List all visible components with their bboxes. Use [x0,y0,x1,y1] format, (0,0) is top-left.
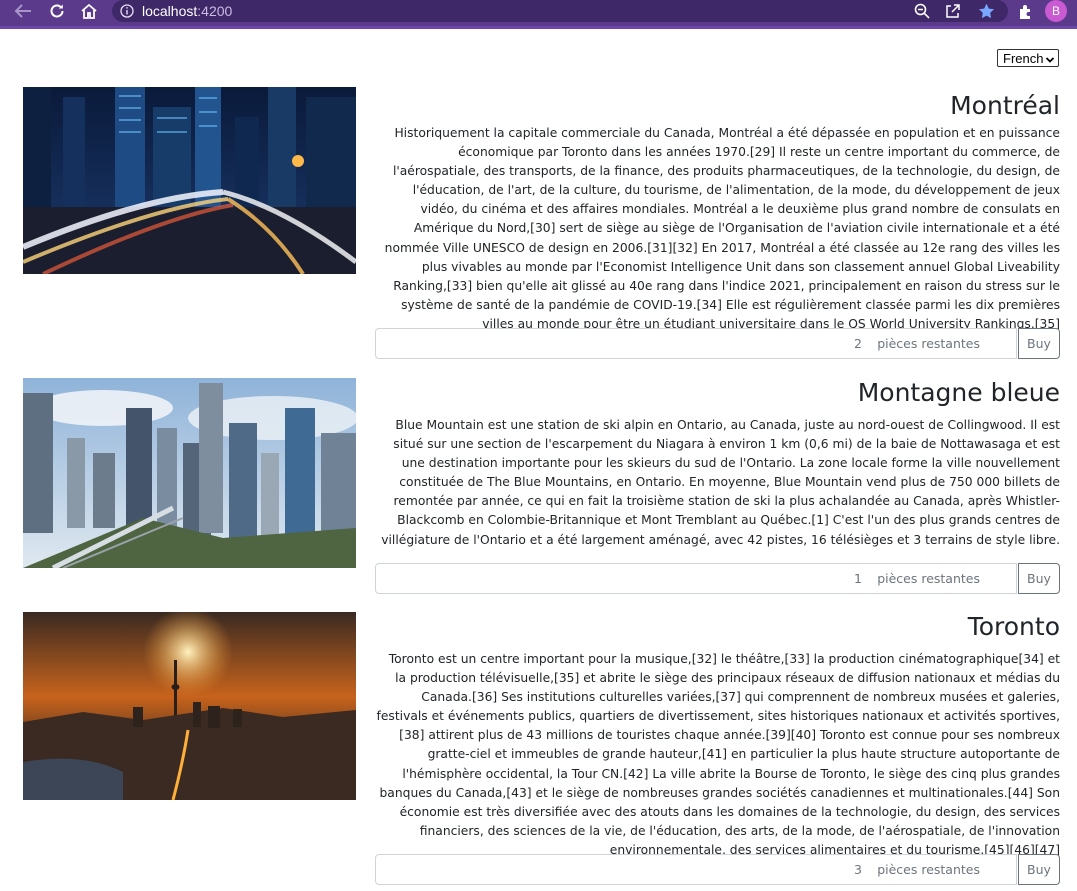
purchase-group: 2 pièces restantes Buy [375,328,1061,359]
city-title: Montréal [950,91,1060,120]
buy-button[interactable]: Buy [1018,854,1060,885]
city-title: Montagne bleue [857,378,1060,407]
browser-toolbar: localhost:4200 B [0,0,1077,29]
quantity-value: 2 [854,336,862,351]
city-description: Historiquement la capitale commerciale d… [384,126,1060,331]
purchase-group: 1 pièces restantes Buy [375,563,1061,594]
extensions-icon[interactable] [1014,0,1036,22]
city-photo-toronto [23,612,356,800]
quantity-input[interactable]: 1 pièces restantes [375,563,1017,594]
city-description: Blue Mountain est une station de ski alp… [381,418,1060,547]
url-host: localhost [142,3,198,19]
share-icon[interactable] [942,0,964,22]
info-icon[interactable] [112,4,142,18]
city-description: Toronto est un centre important pour la … [376,652,1060,857]
city-photo-montreal [23,87,356,274]
remaining-label: pièces restantes [877,862,980,877]
buy-button[interactable]: Buy [1018,328,1060,359]
star-icon[interactable] [975,0,997,22]
quantity-value: 3 [854,862,862,877]
zoom-icon[interactable] [911,0,933,22]
address-bar[interactable]: localhost:4200 [112,0,1008,22]
quantity-input[interactable]: 2 pièces restantes [375,328,1017,359]
reload-icon[interactable] [46,0,68,22]
remaining-label: pièces restantes [877,571,980,586]
language-select[interactable]: French [997,49,1059,67]
purchase-group: 3 pièces restantes Buy [375,854,1061,885]
profile-avatar[interactable]: B [1045,0,1067,22]
home-icon[interactable] [78,0,100,22]
back-arrow-icon[interactable] [12,0,34,22]
remaining-label: pièces restantes [877,336,980,351]
city-photo-blue-mountain [23,378,356,568]
language-select-value: French [1003,50,1044,66]
buy-button[interactable]: Buy [1018,563,1060,594]
city-title: Toronto [967,612,1060,641]
url-port: :4200 [197,3,233,19]
chevron-down-icon [1045,53,1055,68]
quantity-value: 1 [854,571,862,586]
quantity-input[interactable]: 3 pièces restantes [375,854,1017,885]
